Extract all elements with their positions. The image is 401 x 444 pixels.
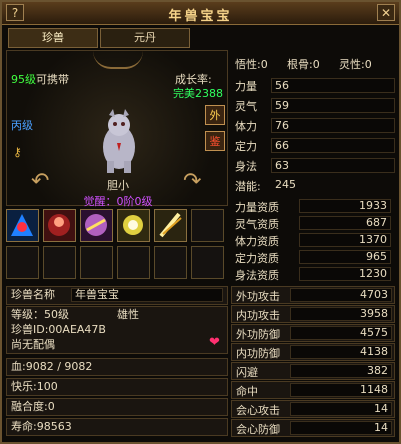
pet-level: 95级可携带 [11,73,69,86]
aptitude-panel: 力量资质 1933 灵气资质 687 体力资质 1370 定力资质 965 身法资质 12… [231,198,399,282]
combat-row: 命中 1148 [231,381,395,399]
lifespan-row: 寿命:98563 [6,418,228,436]
window-title: 年兽宝宝 [168,9,233,24]
traits-row: 悟性:0 根骨:0 灵性:0 [231,52,399,72]
tab-elixir[interactable]: 元丹 [100,28,190,48]
skill-slot-9[interactable] [80,246,113,279]
potential-label: 潜能: [235,180,261,193]
combat-row: 闪避 382 [231,362,395,380]
combat-row: 会心攻击 14 [231,400,395,418]
pet-level-text: 等级：50级 [11,308,69,321]
pet-id: 珍兽ID:00AEA47B [11,323,106,336]
fusion-row: 融合度:0 [6,398,228,416]
ornament-icon [93,51,143,69]
skill-slot-1[interactable] [6,209,39,242]
pet-gender: 雄性 [117,308,139,321]
pet-name-label: 珍兽名称 [11,288,55,301]
skill-slot-6[interactable] [191,209,224,242]
attr-row: 力量 56 [231,76,399,96]
skill-slot-8[interactable] [43,246,76,279]
skill-slot-3[interactable] [80,209,113,242]
close-button[interactable]: ✕ [377,4,395,21]
pet-spouse: 尚无配偶 [11,338,55,351]
attr-row: 体力 76 [231,116,399,136]
combat-row: 内功攻击 3958 [231,305,395,323]
pet-name-field[interactable]: 年兽宝宝 [71,288,223,302]
potential-value: 245 [275,178,296,191]
wuxing-stat: 悟性:0 [235,58,268,71]
genbone-stat: 根骨:0 [287,58,320,71]
pet-basic-info: 等级：50级 雄性 珍兽ID:00AEA47B 尚无配偶 ❤ [6,306,228,354]
appraise-button[interactable]: 鉴 [205,131,225,151]
pet-display-panel: 95级可携带 成长率: 完美2388 丙级 ⚷ 外 鉴 ↶ ↷ 胆小 觉醒：0阶… [6,50,228,208]
attr-row: 身法 63 [231,156,399,176]
combat-row: 会心防御 14 [231,419,395,437]
attributes-panel: 力量 56 灵气 59 体力 76 定力 66 身法 63 [231,76,399,176]
skill-slot-5[interactable] [154,209,187,242]
combat-row: 外功防御 4575 [231,324,395,342]
pet-grade: 丙级 [11,119,33,132]
skill-slot-7[interactable] [6,246,39,279]
title-bar[interactable]: ? 年兽宝宝 ✕ [2,2,399,25]
attr-row: 灵气 59 [231,96,399,116]
awaken-level: 觉醒：0阶0级 [83,195,153,208]
lingxing-stat: 灵性:0 [339,58,372,71]
aptitude-row: 身法资质 1230 [231,266,395,282]
aptitude-row: 定力资质 965 [231,249,395,265]
combat-stats-panel: 外功攻击 4703 内功攻击 3958 外功防御 4575 内功防御 4138 闪避 38… [231,286,399,442]
growth-value: 完美2388 [173,87,223,100]
pet-name-row: 珍兽名称 年兽宝宝 [6,286,228,305]
outer-button[interactable]: 外 [205,105,225,125]
pet-window: ? 年兽宝宝 ✕ 珍兽 元丹 95级可携带 成长率: 完美2388 丙级 ⚷ 外… [0,0,401,444]
aptitude-row: 力量资质 1933 [231,198,395,214]
heart-icon[interactable]: ❤ [209,335,220,351]
skill-slot-2[interactable] [43,209,76,242]
skill-slot-12[interactable] [191,246,224,279]
gold-lock-icon[interactable]: ⚷ [13,145,22,159]
hp-row: 血:9082 / 9082 [6,358,228,376]
aptitude-row: 灵气资质 687 [231,215,395,231]
combat-row: 内功防御 4138 [231,343,395,361]
potential-row: 潜能: 245 [231,176,399,193]
combat-row: 外功攻击 4703 [231,286,395,304]
aptitude-row: 体力资质 1370 [231,232,395,248]
happiness-row: 快乐:100 [6,378,228,396]
pet-model-icon [103,109,135,173]
pet-name: 胆小 [107,179,129,192]
skill-slot-11[interactable] [154,246,187,279]
tab-pet[interactable]: 珍兽 [8,28,98,48]
skill-slot-10[interactable] [117,246,150,279]
close-icon: ✕ [380,6,392,20]
attr-row: 定力 66 [231,136,399,156]
skill-slot-4[interactable] [117,209,150,242]
